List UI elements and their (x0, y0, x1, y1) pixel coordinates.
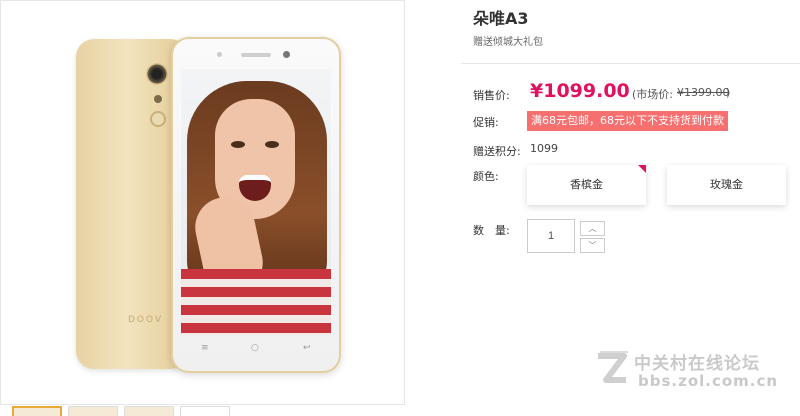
promo-badge: 满68元包邮，68元以下不支持货到付款 (527, 111, 728, 131)
current-price: ¥1099.00 (530, 80, 630, 102)
menu-key-icon: ≡ (201, 343, 209, 353)
front-camera (283, 51, 290, 58)
back-key-icon: ↩ (303, 343, 311, 353)
color-option-rose-gold[interactable]: 玫瑰金 (667, 165, 786, 205)
watermark: 中关村在线论坛 bbs.zol.com.cn (590, 346, 795, 396)
divider (461, 63, 800, 64)
thumbnail[interactable] (68, 406, 118, 416)
eye-left (231, 141, 245, 148)
promo-label: 促销: (473, 116, 499, 129)
flash (154, 95, 162, 103)
rear-camera (146, 63, 168, 85)
points-label: 赠送积分: (473, 145, 521, 158)
quantity-label: 数 量: (473, 224, 510, 237)
phone-back-logo: DOOV (128, 315, 164, 325)
watermark-url: bbs.zol.com.cn (638, 372, 779, 390)
fingerprint-sensor (150, 111, 166, 127)
product-title: 朵唯A3 (473, 9, 529, 28)
phone-screen (181, 69, 331, 335)
phone-front-image: ≡ ○ ↩ (171, 37, 341, 373)
thumbnail[interactable] (180, 406, 230, 416)
chevron-up-icon: ︿ (588, 224, 597, 233)
market-price-label: (市场价: (632, 88, 673, 101)
proximity-sensor (217, 52, 222, 57)
chevron-down-icon: ﹀ (588, 241, 597, 250)
market-price-close: ) (726, 86, 731, 99)
product-subtitle: 赠送倾城大礼包 (473, 37, 543, 48)
phone-nav-keys: ≡ ○ ↩ (173, 343, 339, 357)
price-label: 销售价: (473, 89, 510, 102)
eye-right (265, 141, 279, 148)
quantity-input[interactable] (527, 219, 575, 253)
quantity-increase-button[interactable]: ︿ (580, 221, 605, 236)
mouth (239, 175, 271, 201)
watermark-text: 中关村在线论坛 (634, 354, 760, 374)
thumbnail[interactable] (124, 406, 174, 416)
product-image: DOOV ≡ ○ ↩ (0, 0, 405, 405)
thumbnail-strip (12, 406, 412, 416)
home-key-icon: ○ (251, 343, 259, 353)
model-shirt (181, 269, 331, 335)
color-option-champagne-gold[interactable]: 香槟金 (527, 165, 646, 205)
quantity-decrease-button[interactable]: ﹀ (580, 238, 605, 253)
market-price: ¥1399.00 (677, 86, 730, 99)
thumbnail[interactable] (12, 406, 62, 416)
earpiece (241, 53, 271, 57)
points-value: 1099 (530, 142, 558, 155)
color-label: 颜色: (473, 170, 499, 183)
zol-logo-icon (598, 351, 628, 383)
